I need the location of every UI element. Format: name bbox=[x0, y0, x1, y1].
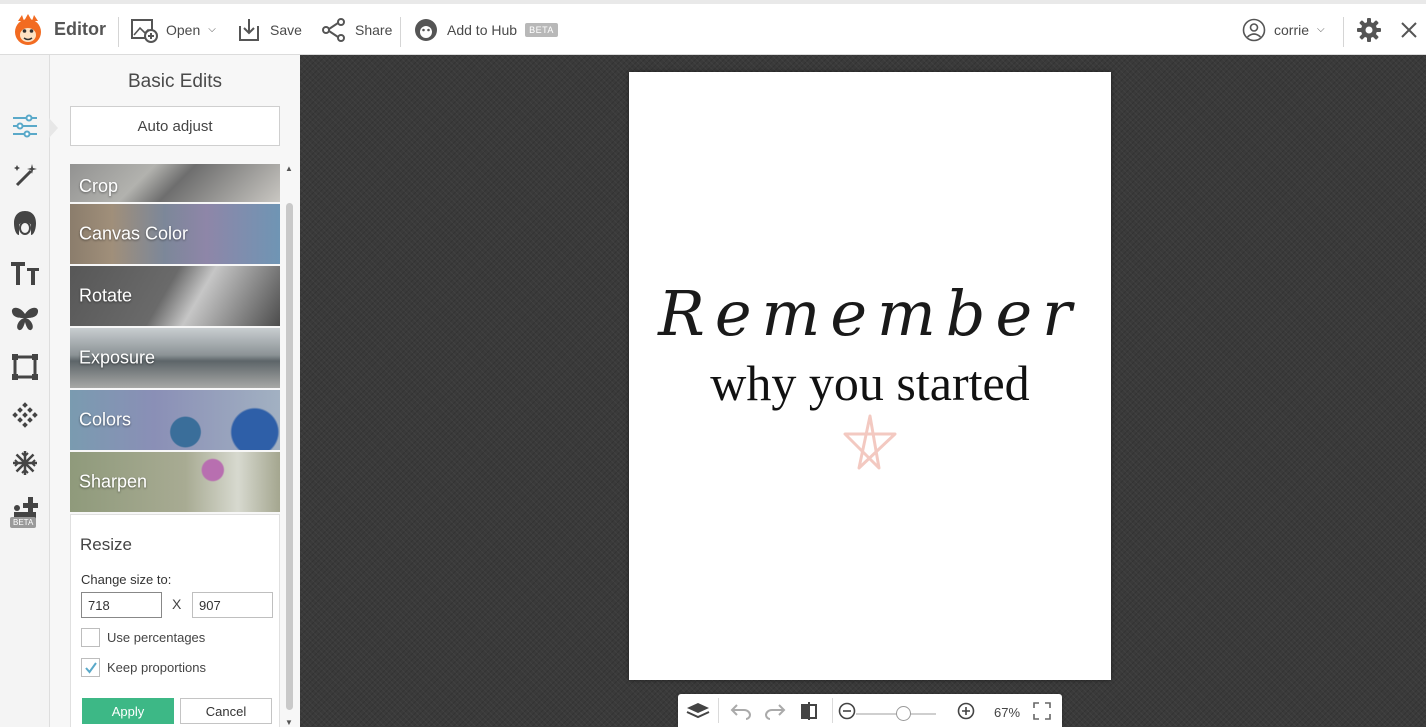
bottom-toolbar: 67% bbox=[678, 694, 1062, 727]
tools-list: Crop Canvas Color Rotate Exposure Colors… bbox=[70, 164, 280, 727]
chevron-down-icon: ⌵ bbox=[208, 24, 216, 35]
tool-sharpen[interactable]: Sharpen bbox=[70, 452, 280, 512]
open-image-icon bbox=[130, 17, 158, 43]
text-icon[interactable] bbox=[9, 257, 41, 289]
cancel-button[interactable]: Cancel bbox=[180, 698, 272, 724]
app-title: Editor bbox=[54, 19, 106, 39]
use-percentages-label: Use percentages bbox=[107, 630, 206, 645]
toolbar-divider bbox=[832, 698, 833, 723]
overlays-butterfly-icon[interactable] bbox=[9, 303, 41, 335]
undo-icon[interactable] bbox=[730, 702, 752, 720]
toolbar-divider bbox=[400, 17, 401, 47]
user-avatar-icon bbox=[1242, 18, 1266, 42]
fullscreen-icon[interactable] bbox=[1033, 702, 1051, 720]
themes-snowflake-icon[interactable] bbox=[9, 447, 41, 479]
keep-proportions-checkbox[interactable] bbox=[81, 658, 100, 677]
editor-brand[interactable]: Editor bbox=[10, 4, 106, 55]
workspace: Remember why you started bbox=[300, 55, 1426, 727]
image-canvas[interactable]: Remember why you started bbox=[629, 72, 1111, 680]
basic-edits-icon[interactable] bbox=[9, 110, 41, 142]
tool-colors[interactable]: Colors bbox=[70, 390, 280, 450]
toolbar-divider bbox=[718, 698, 719, 723]
save-download-icon bbox=[236, 17, 262, 43]
panel-scrollbar[interactable]: ▲ ▼ bbox=[285, 164, 295, 727]
checkmark-icon bbox=[84, 661, 97, 674]
tool-rotate[interactable]: Rotate bbox=[70, 266, 280, 326]
tool-exposure[interactable]: Exposure bbox=[70, 328, 280, 388]
tool-crop[interactable]: Crop bbox=[70, 164, 280, 202]
tool-canvas-color[interactable]: Canvas Color bbox=[70, 204, 280, 264]
chevron-down-icon: ⌵ bbox=[1317, 24, 1325, 35]
canvas-text-why-you-started: why you started bbox=[710, 355, 1030, 411]
toolbar-divider bbox=[1343, 17, 1344, 47]
open-button[interactable]: Open ⌵ bbox=[130, 4, 216, 55]
canvas-text-remember: Remember bbox=[658, 277, 1082, 350]
save-label: Save bbox=[270, 21, 302, 38]
auto-adjust-button[interactable]: Auto adjust bbox=[70, 106, 280, 146]
zoom-out-icon[interactable] bbox=[838, 702, 856, 720]
keep-proportions-label: Keep proportions bbox=[107, 660, 207, 675]
share-label: Share bbox=[355, 21, 393, 38]
user-name: corrie bbox=[1274, 21, 1310, 38]
height-input[interactable] bbox=[192, 592, 273, 618]
effects-wand-icon[interactable] bbox=[9, 159, 41, 191]
resize-title: Resize bbox=[80, 535, 132, 554]
tool-label: Crop bbox=[79, 176, 119, 196]
gear-icon bbox=[1356, 17, 1382, 43]
top-toolbar: Editor Open ⌵ Save Share Add to Hub BETA… bbox=[0, 0, 1426, 55]
add-to-hub-button[interactable]: Add to Hub BETA bbox=[413, 4, 558, 55]
active-tab-pointer bbox=[49, 118, 58, 138]
keep-proportions-option[interactable]: Keep proportions bbox=[81, 658, 206, 677]
scroll-up-arrow-icon[interactable]: ▲ bbox=[285, 164, 293, 173]
tool-label: Rotate bbox=[79, 285, 133, 306]
tool-label: Colors bbox=[79, 409, 132, 430]
panel-title: Basic Edits bbox=[128, 71, 222, 92]
picmonkey-logo-icon bbox=[10, 12, 46, 48]
tool-label: Exposure bbox=[79, 347, 156, 368]
zoom-in-icon[interactable] bbox=[957, 702, 975, 720]
resize-section: Resize Change size to: X Use percentages… bbox=[70, 514, 280, 727]
layers-icon[interactable] bbox=[686, 702, 710, 720]
share-icon bbox=[321, 17, 347, 43]
settings-button[interactable] bbox=[1356, 4, 1382, 55]
compare-icon[interactable] bbox=[800, 702, 818, 720]
save-button[interactable]: Save bbox=[236, 4, 302, 55]
close-button[interactable] bbox=[1399, 4, 1419, 55]
redo-icon[interactable] bbox=[764, 702, 786, 720]
star-doodle-icon bbox=[843, 414, 897, 470]
open-label: Open bbox=[166, 21, 201, 38]
width-input[interactable] bbox=[81, 592, 162, 618]
share-button[interactable]: Share bbox=[321, 4, 392, 55]
beta-badge: BETA bbox=[525, 22, 558, 37]
dimension-separator: X bbox=[172, 596, 182, 612]
close-icon bbox=[1399, 20, 1419, 40]
scroll-down-arrow-icon[interactable]: ▼ bbox=[285, 718, 293, 727]
change-size-label: Change size to: bbox=[81, 572, 172, 587]
toolbar-divider bbox=[118, 17, 119, 47]
tool-label: Canvas Color bbox=[79, 223, 189, 244]
tool-label: Sharpen bbox=[79, 471, 148, 492]
textures-icon[interactable] bbox=[9, 399, 41, 431]
use-percentages-option[interactable]: Use percentages bbox=[81, 628, 205, 647]
rail-beta-badge: BETA bbox=[10, 517, 37, 528]
user-menu[interactable]: corrie ⌵ bbox=[1242, 4, 1325, 55]
tool-rail: BETA bbox=[0, 55, 50, 727]
hub-label: Add to Hub bbox=[447, 21, 518, 38]
zoom-slider-handle[interactable] bbox=[896, 706, 911, 721]
scroll-thumb[interactable] bbox=[286, 203, 293, 710]
hub-monkey-icon bbox=[413, 17, 439, 43]
basic-edits-panel: Basic Edits Auto adjust Crop Canvas Colo… bbox=[49, 55, 300, 727]
touch-up-face-icon[interactable] bbox=[9, 207, 41, 239]
zoom-level: 67% bbox=[994, 705, 1021, 720]
apply-button[interactable]: Apply bbox=[82, 698, 174, 724]
use-percentages-checkbox[interactable] bbox=[81, 628, 100, 647]
frames-icon[interactable] bbox=[9, 351, 41, 383]
